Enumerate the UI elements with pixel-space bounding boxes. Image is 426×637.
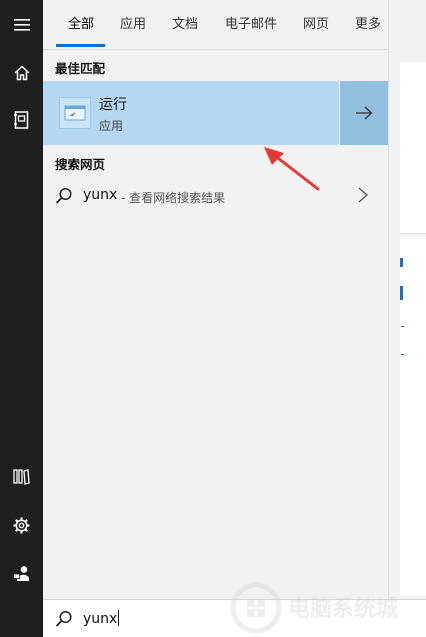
tab-email[interactable]: 电子邮件 — [225, 13, 277, 32]
open-details-button[interactable] — [339, 81, 388, 145]
best-match-open[interactable]: 运行 应用 — [43, 81, 339, 145]
tab-all[interactable]: 全部 — [68, 13, 94, 32]
web-search-description: - 查看网络搜索结果 — [121, 191, 226, 205]
settings-gear-icon[interactable] — [0, 505, 43, 545]
active-tab-indicator — [56, 44, 105, 47]
arrow-right-icon — [356, 106, 373, 120]
preview-action-icon[interactable] — [400, 286, 403, 300]
best-match-title: 运行 — [99, 97, 127, 113]
preview-panel — [388, 0, 426, 637]
preview-divider — [401, 354, 404, 355]
search-filter-tabs: 全部 应用 文档 电子邮件 网页 更多 — [43, 0, 398, 50]
tab-web[interactable]: 网页 — [303, 13, 329, 32]
home-icon[interactable] — [0, 53, 43, 93]
run-dialog-icon — [59, 97, 91, 129]
web-search-term: yunx — [83, 187, 118, 203]
best-match-subtitle: 应用 — [99, 119, 124, 133]
search-box[interactable]: yunx — [43, 599, 426, 637]
search-icon — [55, 610, 72, 627]
search-input-value: yunx — [83, 611, 118, 627]
search-results: 最佳匹配 运行 应用 搜索网页 yunx - 查看网络搜索结果 — [43, 51, 388, 599]
hamburger-menu-icon[interactable] — [0, 5, 43, 45]
preview-body — [400, 236, 426, 596]
tab-documents[interactable]: 文档 — [172, 13, 198, 32]
text-caret — [118, 610, 120, 626]
left-rail — [0, 0, 43, 637]
web-search-header: 搜索网页 — [55, 157, 106, 172]
search-input[interactable]: yunx — [83, 610, 120, 627]
best-match-header: 最佳匹配 — [55, 61, 106, 76]
search-icon — [55, 187, 72, 204]
preview-divider — [401, 326, 404, 327]
web-search-item[interactable]: yunx - 查看网络搜索结果 — [43, 178, 388, 214]
chevron-right-icon[interactable] — [357, 186, 369, 204]
best-match-item: 运行 应用 — [43, 81, 388, 145]
documents-icon[interactable] — [0, 456, 43, 496]
user-feedback-icon[interactable] — [0, 553, 43, 593]
preview-header — [400, 62, 426, 234]
preview-action-icon[interactable] — [400, 258, 403, 267]
notebook-icon[interactable] — [0, 100, 43, 140]
tab-apps[interactable]: 应用 — [120, 13, 146, 32]
annotation-arrow — [264, 147, 320, 191]
tab-more-label: 更多 — [355, 17, 382, 32]
